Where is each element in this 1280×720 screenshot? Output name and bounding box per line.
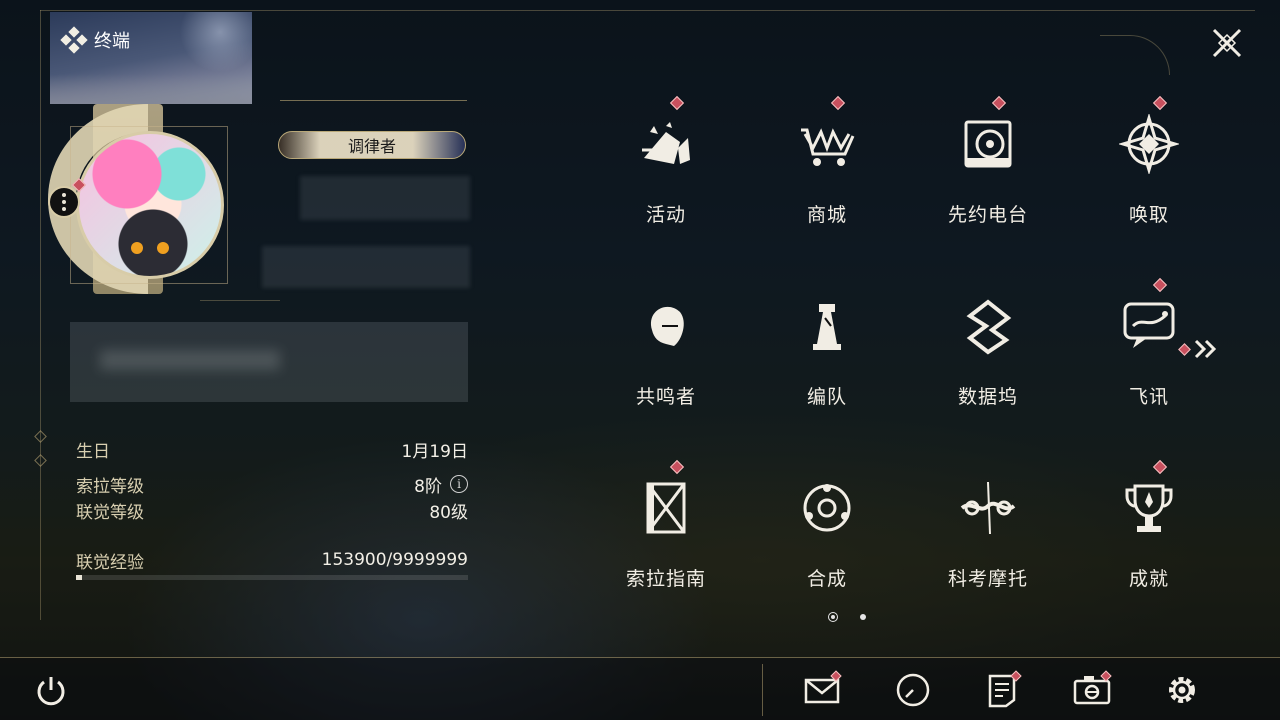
menu-tile-10[interactable]: 合成 — [747, 460, 907, 600]
page-dot-active[interactable] — [828, 612, 838, 622]
role-badge-label: 调律者 — [347, 137, 396, 156]
menu-tile-label: 活动 — [645, 204, 686, 226]
exp-progress-fill — [76, 575, 83, 580]
player-name-blurred — [300, 176, 470, 220]
menu-tile-label: 编队 — [806, 386, 847, 408]
clock-icon — [896, 673, 930, 707]
menu-tile-3[interactable]: 先约电台 — [908, 95, 1068, 236]
menu-tile-label: 数据坞 — [957, 386, 1018, 408]
notification-badge — [991, 95, 1007, 111]
menu-tile-label: 先约电台 — [947, 204, 1028, 226]
role-badge[interactable]: 调律者 — [278, 131, 466, 159]
menu-tile-label: 索拉指南 — [625, 568, 706, 590]
menu-tile-label: 合成 — [806, 568, 847, 590]
frame-line-left — [40, 10, 41, 620]
menu-tile-5[interactable]: 共鸣者 — [586, 278, 746, 418]
toolbar-divider — [0, 657, 1280, 658]
menu-tile-label: 飞讯 — [1128, 386, 1169, 408]
terminal-diamond-icon — [60, 26, 88, 54]
stat-birthday: 生日 1月19日 — [76, 441, 468, 462]
more-dot — [62, 193, 66, 197]
synthesis-icon — [803, 484, 851, 532]
double-chevron-right-icon — [1194, 339, 1217, 359]
name-divider — [280, 100, 467, 101]
page-indicator — [828, 612, 866, 622]
shop-crown-cart-icon — [801, 128, 855, 166]
team-chess-icon — [813, 304, 841, 350]
camera-button[interactable] — [1072, 670, 1112, 710]
settings-button[interactable] — [1162, 670, 1202, 710]
menu-tile-2[interactable]: 商城 — [747, 95, 907, 236]
menu-tile-label: 商城 — [806, 204, 847, 226]
signature-box[interactable] — [70, 322, 468, 402]
notification-badge — [1152, 95, 1168, 111]
gear-icon — [1169, 677, 1195, 703]
resonator-portrait-icon — [650, 306, 684, 346]
notification-badge — [669, 95, 685, 111]
mail-button[interactable] — [802, 670, 842, 710]
stat-sola-level: 索拉等级 8阶 i — [76, 471, 468, 497]
avatar[interactable] — [76, 131, 224, 279]
profile-more-button[interactable] — [48, 186, 80, 218]
menu-tile-9[interactable]: 索拉指南 — [586, 459, 746, 600]
avatar-eye — [157, 242, 169, 254]
trophy-icon — [1125, 484, 1173, 532]
menu-tile-label: 科考摩托 — [947, 568, 1028, 590]
avatar-eye — [131, 242, 143, 254]
notes-button[interactable] — [982, 670, 1022, 710]
menu-tile-label: 唤取 — [1128, 204, 1169, 226]
profile-stats: 生日 1月19日 索拉等级 8阶 i 联觉等级 80级 联觉经验 153900/… — [76, 436, 468, 573]
info-icon[interactable]: i — [450, 475, 468, 493]
menu-tile-label: 成就 — [1128, 568, 1169, 590]
more-dot — [62, 207, 66, 211]
data-dock-icon — [966, 299, 1012, 355]
terminal-title-text: 终端 — [94, 31, 130, 52]
message-bubble-icon — [1123, 302, 1175, 348]
menu-tile-6[interactable]: 编队 — [747, 278, 907, 418]
next-page-button[interactable] — [1178, 338, 1219, 360]
notification-badge — [1152, 277, 1168, 293]
notification-badge — [1152, 459, 1168, 475]
notification-badge — [830, 95, 846, 111]
frame-line-top — [40, 10, 1255, 11]
event-icon — [642, 122, 690, 164]
next-page-badge — [1178, 342, 1191, 356]
stat-union-exp: 联觉经验 153900/9999999 — [76, 550, 468, 573]
menu-tile-7[interactable]: 数据坞 — [908, 278, 1068, 418]
menu-tile-4[interactable]: 唤取 — [1069, 95, 1229, 236]
menu-tile-1[interactable]: 活动 — [586, 95, 746, 236]
page-dot[interactable] — [860, 614, 866, 620]
exp-progress-bar — [76, 575, 468, 580]
player-id-blurred — [262, 246, 470, 288]
clock-button[interactable] — [893, 670, 933, 710]
close-icon[interactable] — [1208, 24, 1246, 62]
motorbike-icon — [960, 481, 1016, 535]
summon-compass-icon — [1119, 114, 1179, 174]
toolbar-separator — [762, 664, 763, 716]
more-dot — [62, 200, 66, 204]
power-icon[interactable] — [34, 674, 68, 708]
terminal-title: 终端 — [60, 26, 130, 54]
menu-tile-11[interactable]: 科考摩托 — [908, 460, 1068, 600]
menu-tile-label: 共鸣者 — [635, 386, 696, 408]
guidebook-icon — [646, 482, 686, 534]
profile-divider — [200, 300, 280, 301]
profile-banner[interactable] — [50, 12, 252, 104]
menu-tile-12[interactable]: 成就 — [1069, 459, 1229, 600]
stat-union-level: 联觉等级 80级 — [76, 502, 468, 523]
radio-icon — [964, 120, 1012, 168]
notification-badge — [669, 459, 685, 475]
